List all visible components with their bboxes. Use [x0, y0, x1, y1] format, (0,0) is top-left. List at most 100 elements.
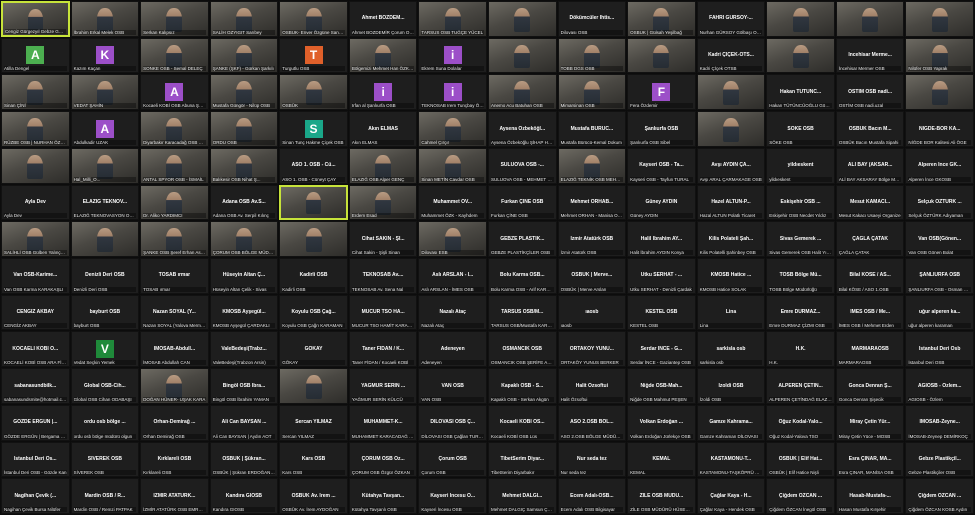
participant-tile[interactable]: Ahmet BOZDEM... Ahmet BOZDEMİR Çorum OSB [348, 1, 418, 37]
participant-tile[interactable]: Cahmel Çırçır [418, 111, 487, 147]
participant-tile[interactable]: ORDU OSB [209, 111, 279, 147]
participant-tile[interactable]: Adeneyen Adeneyen [418, 331, 487, 368]
participant-tile[interactable] [487, 37, 557, 74]
participant-tile[interactable]: Cihat SAKIN - Şİ... Cihat Sakin - Şişli S… [348, 221, 418, 257]
participant-tile[interactable]: ALPEREN ÇETİN... ALPEREN ÇETİNDAĞ ELAZIĞ [766, 368, 835, 404]
participant-tile[interactable]: Oğuz Kodal-Yalo... Oğuz Kodal-Yalova TSO [766, 404, 835, 441]
participant-tile[interactable]: OSBÜK | Şükran... OSBÜK | Şükran ERDOĞAN … [209, 441, 279, 478]
participant-tile[interactable] [905, 74, 974, 111]
participant-tile[interactable]: i Irfan al Şanlıurfa OSB [348, 74, 418, 111]
participant-tile[interactable] [279, 184, 348, 221]
participant-tile[interactable]: Aysena Özbeköğl... Aysena Özbeköğlu ŞİHAP… [487, 111, 557, 147]
participant-tile[interactable]: Mustafa BÜRÜC... Mustafa Bürücü-Kemal Dok… [557, 111, 627, 147]
participant-tile[interactable]: Akın ELMAS Akın ELMAS [348, 111, 418, 147]
participant-tile[interactable]: Alperen İnce GK... Alperen İnce GKOSB [905, 147, 974, 184]
participant-tile[interactable]: KESTEL OSB KESTEL OSB [627, 294, 696, 331]
participant-tile[interactable]: ÇORUM OSB BÖLGE MÜDÜRÜ [209, 221, 279, 257]
participant-tile[interactable]: A Kocaeli KOBİ OSB Abuna Şen... [140, 74, 209, 111]
participant-tile[interactable] [70, 221, 140, 257]
participant-tile[interactable]: Kütahya Tavşan... Kütahya Tavşanlı OSB [348, 478, 418, 514]
participant-tile[interactable]: İbrahim Erkal Melek OSB [70, 1, 140, 37]
participant-tile[interactable] [279, 221, 348, 257]
participant-tile[interactable]: Kadirli OSB Kadirli OSB [279, 258, 348, 294]
participant-tile[interactable]: SÖKE OSB SÖKE OSB [766, 111, 835, 147]
participant-tile[interactable]: yildıeskent yildıeskent [766, 147, 835, 184]
participant-tile[interactable]: İstanbul Deri Osb İstanbul Deri OSB [905, 331, 974, 368]
participant-tile[interactable]: TARSUS OSB TUĞÇE YÜCEL [418, 1, 487, 37]
participant-tile[interactable]: Kayseri İncesu O... Kayseri İncesu OSB [418, 478, 487, 514]
participant-tile[interactable] [905, 1, 974, 37]
participant-tile[interactable]: Orhan-Demirağ ... Orhan Demirağ OSB [140, 404, 209, 441]
participant-tile[interactable]: OSBÜK Bacın M... OSBÜK Bacın Mustafa Sipa… [835, 111, 905, 147]
participant-tile[interactable]: OSMANCIK OSB OSMANCIK OSB ŞERİFE AKAN [487, 331, 557, 368]
participant-tile[interactable]: Denizli Deri OSB Denizli Deri OSB [70, 258, 140, 294]
participant-tile[interactable]: TOSAB ırmar TOSAB ırmar [140, 258, 209, 294]
participant-tile[interactable]: Hal_Milli_O... [70, 147, 140, 184]
participant-tile[interactable]: GÖKAY GÖKAY [279, 331, 348, 368]
participant-tile[interactable] [627, 37, 696, 74]
participant-tile[interactable]: TEKNOSAB Av.... TEKNOSAB Av. Sena Nal [348, 258, 418, 294]
participant-tile[interactable]: Koyulu OSB Çağ... Koyulu OSB Çağrı KARAMA… [279, 294, 348, 331]
participant-tile[interactable]: Selçuk ÖZTÜRK ... Selçuk ÖZTÜRK Adıyaman [905, 184, 974, 221]
participant-tile[interactable]: OSBUK- Enver Özgüne Sanver [279, 1, 348, 37]
participant-tile[interactable]: Kocaeli KOBİ OS... Kocaeli KOBİ OSB Lüs [487, 404, 557, 441]
participant-tile[interactable]: Mehmet ORHAB... Mehmet ORHAN - Manisa OSB [557, 184, 627, 221]
participant-tile[interactable]: Esra ÇINAR, MA... Esra ÇINAR, MANİSA OSB [835, 441, 905, 478]
participant-tile[interactable]: VEDAT ŞAHİN [70, 74, 140, 111]
participant-tile[interactable]: İncehisar Merme... İncehisar Mermer OSB [835, 37, 905, 74]
participant-tile[interactable] [696, 74, 766, 111]
participant-tile[interactable]: ValeBedeşi(Trabz... ValeBedeşi(Trabzon Ar… [209, 331, 279, 368]
participant-tile[interactable]: Serdar İNCE - G... Serdar İNCE - Gaziante… [627, 331, 696, 368]
participant-tile[interactable]: Van OSB-Karime... Van OSB Karma KARAKAŞLI [1, 258, 70, 294]
participant-tile[interactable]: Utku SERHAT - ... Utku SERHAT - Denizli Ç… [627, 258, 696, 294]
participant-tile[interactable]: sarkisla osb sarkisla osb [696, 331, 766, 368]
participant-tile[interactable]: İzmir Atatürk OSB İzmir Atatürk OSB [557, 221, 627, 257]
participant-tile[interactable]: ANTAL SPYOR OSB - İSMAİL [140, 147, 209, 184]
participant-tile[interactable]: Global OSB-Cih... Global OSB Cihan ODABAŞ… [70, 368, 140, 404]
participant-tile[interactable]: MUCUR TSO HA... MUCUR TSO HAMİT KARAHAN [348, 294, 418, 331]
participant-tile[interactable]: Balıkesir OSB Nihat Ş... [209, 147, 279, 184]
participant-tile[interactable]: Çağlar Kaya - H... Çağlar Kaya - Hendek O… [696, 478, 766, 514]
participant-tile[interactable]: KEMAL KEMAL [627, 441, 696, 478]
participant-tile[interactable]: KMOSB Hatice ... KMOSB Hatice SOLAK [696, 258, 766, 294]
participant-tile[interactable]: ÇAĞLA ÇATAK ÇAĞLA ÇATAK [835, 221, 905, 257]
participant-tile[interactable]: Nazan SOYAL (Y... Nazan SOYAL (Yalova Mer… [140, 294, 209, 331]
participant-tile[interactable]: Mimarsinan OSB [557, 74, 627, 111]
participant-tile[interactable]: Halil İbrahim AY... Halit İbrahim AYDIN K… [627, 221, 696, 257]
participant-tile[interactable]: Bilal KÖSE / AS... Bilal KÖSE / ASO 1.OSB [835, 258, 905, 294]
participant-tile[interactable]: Nilüfer OSB Yaprak [905, 37, 974, 74]
participant-tile[interactable]: S Sinan Tunç Hakme Çiçek OSB [279, 111, 348, 147]
participant-tile[interactable]: VAN OSB VAN OSB [418, 368, 487, 404]
participant-tile[interactable]: ASO 1. OSB - Cü... ASO 1. OSB - Cüneyt ÇA… [279, 147, 348, 184]
participant-tile[interactable]: OSBÜK | Merve... OSBÜK | Merve Arslan [557, 258, 627, 294]
participant-tile[interactable]: Niğde OSB-Mah... Niğde OSB Mahmut PEŞEN [627, 368, 696, 404]
participant-tile[interactable] [696, 111, 766, 147]
participant-tile[interactable]: TOSB Bölge Mü... TOSB Bölge Müdürlüğü [766, 258, 835, 294]
participant-tile[interactable]: KASTAMONU-T... KASTAMONU-TAŞKÖPRÜ OSB [696, 441, 766, 478]
participant-tile[interactable]: ıaosb ıaosb [557, 294, 627, 331]
participant-tile[interactable]: KOCAELİ KOBİ O... KOCAELİ KOBİ OSB ARA Fİ… [1, 331, 70, 368]
participant-tile[interactable]: sabanasundbilk... sabanasundsmite@hotmail… [1, 368, 70, 404]
participant-tile[interactable]: Muhammet ÖV... Muhammet ÖZK - Kayhdem [418, 184, 487, 221]
participant-tile[interactable]: TOBB DGS OSB [557, 37, 627, 74]
participant-tile[interactable]: Bolu Karma OSB... Bolu Karma OSB - Arif K… [487, 258, 557, 294]
participant-tile[interactable]: İzoldi OSB İzoldi OSB [696, 368, 766, 404]
participant-tile[interactable]: Adana OSB Av.S... Adana OSB Av. Serpil Kı… [209, 184, 279, 221]
participant-tile[interactable]: İstanbul Deri Os... İstanbul Deri OSB - G… [1, 441, 70, 478]
participant-tile[interactable]: Erdem Esad [348, 184, 418, 221]
participant-tile[interactable]: Çiğdem ÖZCAN ... Çiğdem ÖZCAN İnegöl OSB [766, 478, 835, 514]
participant-tile[interactable]: CENGİZ AKBAY CENGİZ AKBAY [1, 294, 70, 331]
participant-tile[interactable]: Bingöl OSB İbra... Bingöl OSB İbrahim YAM… [209, 368, 279, 404]
participant-tile[interactable]: Kandıra GIOSB Kandıra GIOSB [209, 478, 279, 514]
participant-tile[interactable]: SALİH OZYIGIT Sarıbey [209, 1, 279, 37]
participant-tile[interactable]: Emre DURMAZ... Emre DURMAZ ÇİZMI OSB [766, 294, 835, 331]
participant-tile[interactable]: A Abdulkadir UZAK [70, 111, 140, 147]
participant-tile[interactable]: Sivas Gemerek ... Sivas Gemerek OSB Halit… [766, 221, 835, 257]
participant-tile[interactable]: uğur alperen ka... uğur alperen karaman [905, 294, 974, 331]
participant-tile[interactable]: İMES OSB / Me... İMES OSB / Mehmet Erden [835, 294, 905, 331]
participant-tile[interactable]: Kilis Polateli Şah... Kilis Polatelli Şah… [696, 221, 766, 257]
participant-tile[interactable]: Çiğdem ÖZCAN ... Çiğdem ÖZCAN KOSB Aydın [905, 478, 974, 514]
participant-tile[interactable]: Hakan TÜTÜNC... Hakan TÜTÜNCÜOĞLU Göksun [766, 74, 835, 111]
participant-tile[interactable]: GEBZE PLASTİK... GEBZE PLASTİKÇİLER OSB [487, 221, 557, 257]
participant-tile[interactable]: bayburt OSB bayburt OSB [70, 294, 140, 331]
